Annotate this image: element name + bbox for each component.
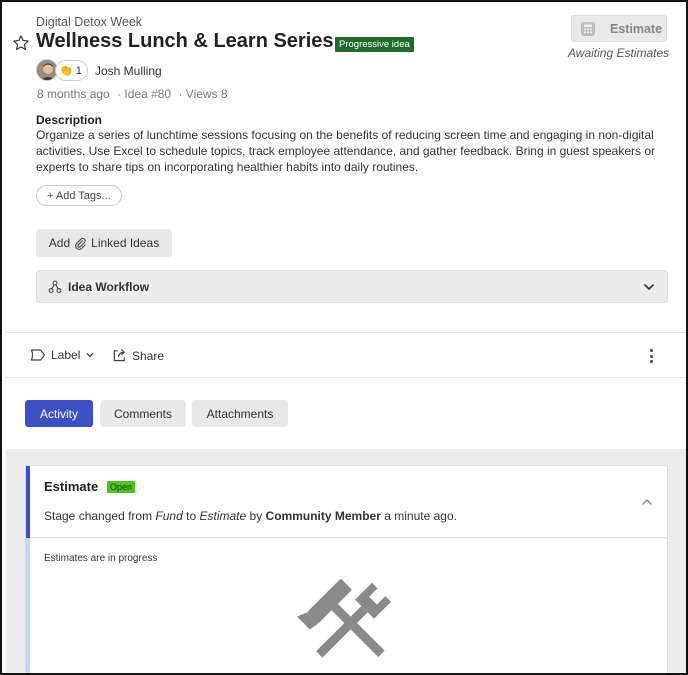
chevron-down-icon [644,284,654,290]
divider [6,332,686,333]
stage-to: Estimate [199,509,247,523]
idea-meta: 8 months ago · Idea #80 · Views 8 [37,87,232,101]
tab-attachments[interactable]: Attachments [192,400,288,427]
divider [6,377,686,378]
stage-to-word: to [186,509,197,523]
chevron-up-icon[interactable] [641,496,653,508]
status-badge: Progressive idea [335,37,414,52]
add-linked-ideas-button[interactable]: Add Linked Ideas [36,229,172,257]
clap-reaction[interactable]: 👏 1 [55,60,88,81]
idea-workflow-label: Idea Workflow [68,279,150,294]
idea-views: · Views 8 [178,87,228,101]
kebab-menu-icon[interactable] [648,348,654,364]
idea-age: 8 months ago [37,87,110,101]
add-tags-button[interactable]: + Add Tags... [36,185,122,206]
link-icon [75,237,86,250]
stage-when: a minute ago. [384,509,457,523]
description-heading: Description [36,113,103,127]
estimate-button-label: Estimate [610,21,663,36]
stage-by-word: by [249,509,263,523]
idea-workflow-accordion[interactable]: Idea Workflow [36,270,668,303]
star-icon[interactable] [12,34,30,52]
stage-by[interactable]: Community Member [266,509,381,523]
stage-prefix: Stage changed from [44,509,153,523]
share-button-text: Share [132,348,165,363]
campaign-name[interactable]: Digital Detox Week [36,15,142,29]
stage-change-text: Stage changed from Fund to Estimate by C… [44,509,457,523]
card-accent-bar-light [26,538,30,673]
card-accent-bar [26,466,30,538]
clap-count: 1 [75,64,82,77]
description-text: Organize a series of lunchtime sessions … [36,128,656,174]
author-name[interactable]: Josh Mulling [95,64,162,78]
tab-comments[interactable]: Comments [100,400,186,427]
label-button-text: Label [51,348,81,362]
estimates-note: Estimates are in progress [44,553,158,564]
estimate-status: Awaiting Estimates [568,46,670,60]
share-button[interactable]: Share [112,348,164,363]
tab-activity[interactable]: Activity [25,400,93,427]
idea-title: Wellness Lunch & Learn Series [36,30,334,52]
hammer-wrench-icon [297,579,392,658]
calculator-icon [581,21,595,36]
tag-icon [30,349,46,361]
share-icon [113,349,126,362]
chevron-down-icon [86,353,94,358]
label-dropdown-button[interactable]: Label [30,348,100,362]
idea-page: Digital Detox Week Wellness Lunch & Lear… [0,0,688,675]
stage-badge: Open [107,481,136,493]
clap-icon: 👏 [59,65,73,77]
workflow-icon [48,280,62,293]
linked-ideas-prefix: Add [48,236,71,250]
stage-from: Fund [155,509,183,523]
linked-ideas-label: Linked Ideas [91,236,160,250]
estimate-button[interactable]: Estimate [571,15,667,42]
activity-card: Estimate Open Stage changed from Fund to… [25,465,668,673]
stage-title: Estimate [44,479,99,494]
divider [30,537,668,538]
idea-number: · Idea #80 [117,87,172,101]
